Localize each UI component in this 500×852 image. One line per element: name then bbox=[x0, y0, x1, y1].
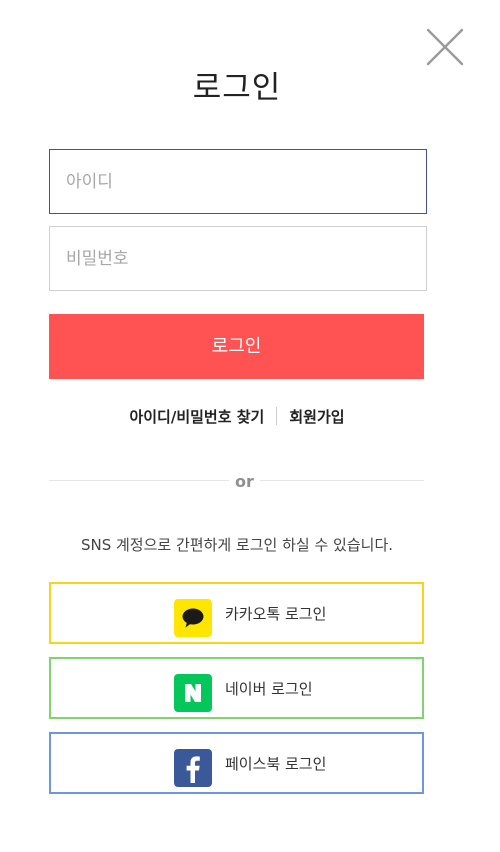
divider-line-right bbox=[260, 480, 424, 481]
kakao-login-label: 카카오톡 로그인 bbox=[225, 605, 327, 623]
facebook-login-button[interactable]: 페이스북 로그인 bbox=[49, 732, 424, 794]
close-button[interactable] bbox=[424, 26, 466, 68]
link-separator bbox=[276, 406, 278, 425]
close-icon bbox=[426, 28, 464, 66]
kakao-icon bbox=[174, 599, 212, 637]
facebook-icon bbox=[174, 749, 212, 787]
login-button[interactable]: 로그인 bbox=[49, 314, 424, 379]
sns-info-text: SNS 계정으로 간편하게 로그인 하실 수 있습니다. bbox=[80, 536, 394, 554]
naver-icon bbox=[174, 674, 212, 712]
divider-line-left bbox=[49, 480, 229, 481]
naver-login-label: 네이버 로그인 bbox=[225, 680, 313, 698]
signup-link[interactable]: 회원가입 bbox=[289, 408, 344, 426]
facebook-login-label: 페이스북 로그인 bbox=[225, 755, 327, 773]
naver-login-button[interactable]: 네이버 로그인 bbox=[49, 657, 424, 719]
kakao-login-button[interactable]: 카카오톡 로그인 bbox=[49, 582, 424, 644]
divider-or-text: or bbox=[235, 472, 254, 491]
find-account-link[interactable]: 아이디/비밀번호 찾기 bbox=[129, 408, 264, 426]
id-input[interactable] bbox=[49, 149, 427, 214]
page-title: 로그인 bbox=[192, 70, 282, 106]
password-input[interactable] bbox=[49, 226, 427, 291]
account-links: 아이디/비밀번호 찾기 회원가입 bbox=[0, 405, 474, 429]
